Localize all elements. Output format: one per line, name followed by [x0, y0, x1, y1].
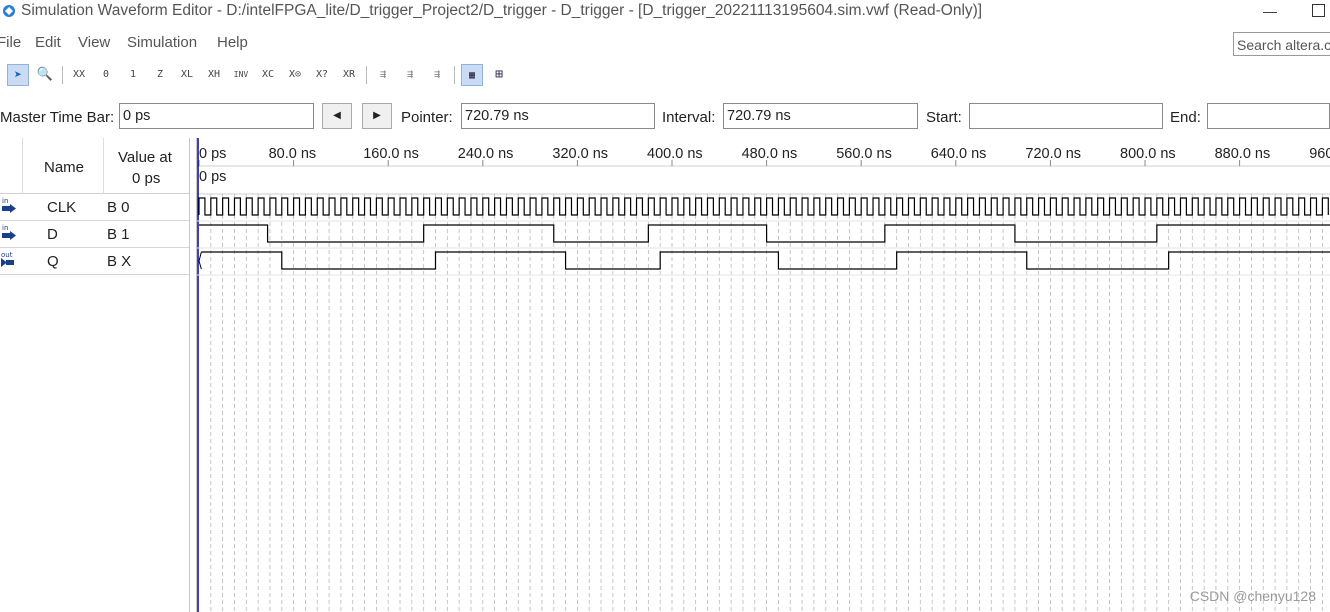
app-icon: [3, 5, 15, 17]
pointer-label: Pointer:: [401, 109, 453, 126]
q-waveform: [201, 251, 1330, 270]
timeline-tick-label: 480.0 ns: [742, 146, 798, 162]
grid-view-icon[interactable]: ⊞: [488, 64, 510, 86]
signal-value: B X: [107, 253, 132, 270]
menu-edit[interactable]: Edit: [35, 34, 61, 51]
master-time-bar-field[interactable]: 0 ps: [119, 103, 314, 129]
force-low-icon[interactable]: 0: [95, 64, 117, 86]
interval-label: Interval:: [662, 109, 716, 126]
random-value-icon[interactable]: XR: [338, 64, 360, 86]
menu-bar: File Edit View Simulation Help: [0, 28, 1330, 58]
toolbar-separator: [454, 66, 455, 84]
timeline-tick-label: 240.0 ns: [458, 146, 514, 162]
timeline-tick-label: 720.0 ns: [1025, 146, 1081, 162]
run-functional-simulation-icon[interactable]: ⇶: [372, 64, 394, 86]
end-field[interactable]: [1207, 103, 1330, 129]
menu-view[interactable]: View: [78, 34, 110, 51]
d-waveform: [199, 224, 1330, 243]
timeline-tick-label: 960.0 ns: [1309, 146, 1330, 162]
pointer-field[interactable]: 720.79 ns: [461, 103, 655, 129]
force-high-icon[interactable]: 1: [122, 64, 144, 86]
interval-field[interactable]: 720.79 ns: [723, 103, 918, 129]
timeline-tick-label: 80.0 ns: [269, 146, 317, 162]
arbitrary-value-icon[interactable]: X?: [311, 64, 333, 86]
watermark: CSDN @chenyu128: [1189, 588, 1316, 604]
timeline-tick-label: 560.0 ns: [836, 146, 892, 162]
signal-name: CLK: [47, 199, 77, 216]
start-field[interactable]: [969, 103, 1163, 129]
menu-simulation[interactable]: Simulation: [127, 34, 197, 51]
signal-value: B 1: [107, 226, 130, 243]
next-transition-button[interactable]: ▶: [362, 103, 392, 129]
force-weak-low-icon[interactable]: XL: [176, 64, 198, 86]
timeline-tick-label: 640.0 ns: [931, 146, 987, 162]
search-input[interactable]: Search altera.com: [1233, 32, 1330, 56]
svg-text:in: in: [2, 197, 8, 205]
window-title: Simulation Waveform Editor - D:/intelFPG…: [21, 2, 983, 19]
input-pin-icon: in: [2, 224, 16, 240]
waveform-canvas[interactable]: 0 ps 80.0 ns 160.0 ns 240.0 ns 320.0 ns 400.0…: [197, 138, 1330, 612]
toolbar: ➤ 🔍 XX 0 1 Z XL XH INV XC X⊙ X? XR ⇶ ⇶ ⇶…: [0, 62, 1330, 90]
zoom-tool-icon[interactable]: 🔍: [34, 64, 56, 86]
generate-netlist-icon[interactable]: ⇶: [426, 64, 448, 86]
signal-list-panel: Name Value at 0 ps in CLK B 0 in D B 1 o…: [0, 138, 190, 612]
signal-value: B 0: [107, 199, 130, 216]
time-bar: Master Time Bar: 0 ps ◀ ▶ Pointer: 720.7…: [0, 100, 1330, 134]
force-high-impedance-icon[interactable]: Z: [149, 64, 171, 86]
column-divider: [103, 138, 104, 194]
selection-tool-icon[interactable]: ➤: [7, 64, 29, 86]
signal-name: D: [47, 226, 58, 243]
overwrite-clock-icon[interactable]: X⊙: [284, 64, 306, 86]
maximize-button[interactable]: [1312, 4, 1325, 17]
column-divider: [22, 138, 23, 194]
svg-text:out: out: [1, 251, 13, 259]
timeline-tick-label: 160.0 ns: [363, 146, 419, 162]
previous-transition-button[interactable]: ◀: [322, 103, 352, 129]
toolbar-separator: [366, 66, 367, 84]
timeline-tick-label: 0 ps: [199, 146, 226, 162]
cursor-time-label: 0 ps: [199, 169, 226, 185]
minimize-button[interactable]: —: [1262, 3, 1278, 19]
invert-icon[interactable]: INV: [230, 64, 252, 86]
waveform-view-icon[interactable]: ▦: [461, 64, 483, 86]
q-unknown-region: [198, 251, 202, 270]
timeline-tick-label: 880.0 ns: [1215, 146, 1271, 162]
menu-file[interactable]: File: [0, 34, 21, 51]
panel-splitter[interactable]: [189, 138, 197, 612]
value-column-header[interactable]: Value at: [118, 149, 172, 166]
toolbar-separator: [62, 66, 63, 84]
timeline-tick-label: 400.0 ns: [647, 146, 703, 162]
menu-help[interactable]: Help: [217, 34, 248, 51]
count-value-icon[interactable]: XC: [257, 64, 279, 86]
title-bar: Simulation Waveform Editor - D:/intelFPG…: [0, 0, 1330, 26]
end-label: End:: [1170, 109, 1201, 126]
name-column-header[interactable]: Name: [44, 159, 84, 176]
output-pin-icon: out: [1, 251, 14, 267]
signal-row-d[interactable]: in D B 1: [0, 221, 189, 248]
timeline-tick-label: 800.0 ns: [1120, 146, 1176, 162]
value-column-time: 0 ps: [132, 170, 161, 187]
force-weak-high-icon[interactable]: XH: [203, 64, 225, 86]
waveform-display[interactable]: 0 ps 80.0 ns 160.0 ns 240.0 ns 320.0 ns 400.0…: [197, 138, 1330, 612]
signal-table-header: Name Value at 0 ps: [0, 138, 189, 194]
start-label: Start:: [926, 109, 962, 126]
signal-name: Q: [47, 253, 59, 270]
input-pin-icon: in: [2, 197, 16, 213]
master-time-bar-label: Master Time Bar:: [0, 109, 115, 126]
run-timing-simulation-icon[interactable]: ⇶: [399, 64, 421, 86]
clk-waveform: [198, 197, 1329, 216]
timeline-tick-label: 320.0 ns: [552, 146, 608, 162]
signal-row-clk[interactable]: in CLK B 0: [0, 194, 189, 221]
force-unknown-icon[interactable]: XX: [68, 64, 90, 86]
svg-text:in: in: [2, 224, 8, 232]
signal-row-q[interactable]: out Q B X: [0, 248, 189, 275]
